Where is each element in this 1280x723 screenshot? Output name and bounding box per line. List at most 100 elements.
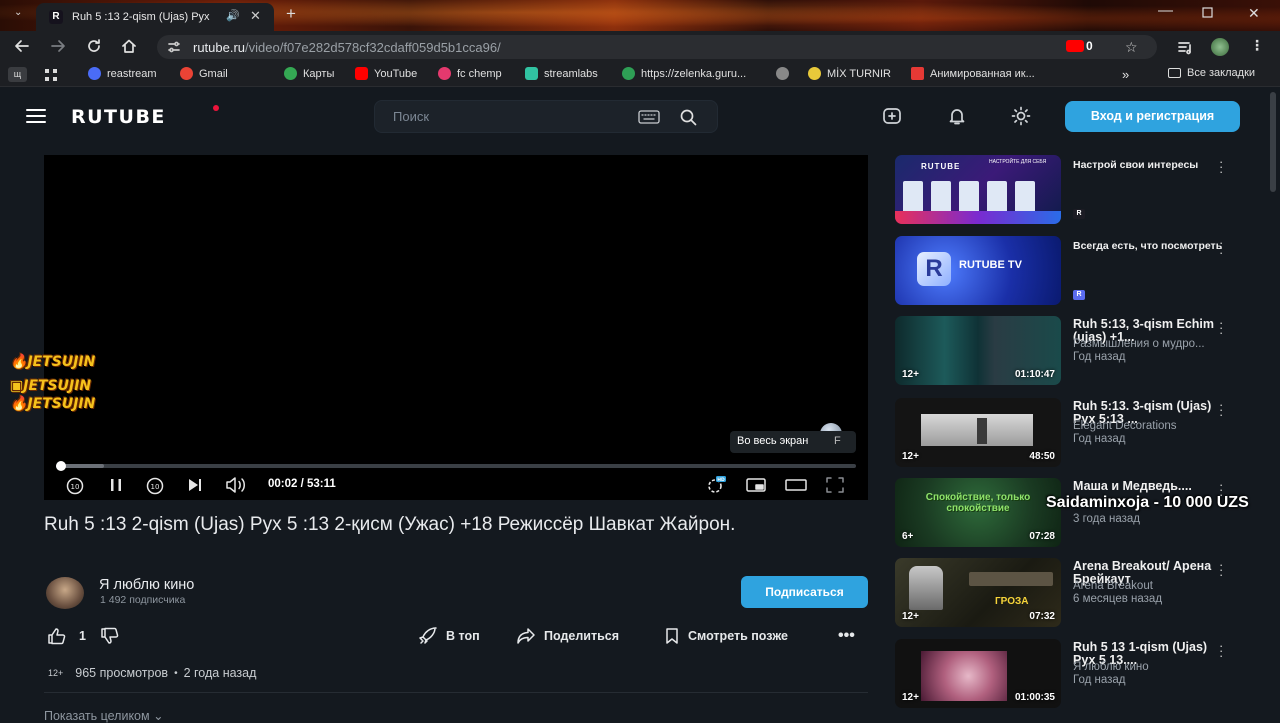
card-more-icon[interactable]: · · · (1219, 639, 1223, 662)
show-full-description-button[interactable]: Показать целиком ⌄ (44, 708, 164, 723)
card-channel[interactable]: Размышления о мудро... (1073, 338, 1241, 350)
video-thumbnail[interactable]: R RUTUBE TV (895, 236, 1061, 305)
card-more-icon[interactable]: · · · (1219, 236, 1223, 259)
home-icon[interactable] (121, 38, 137, 54)
recommendation-card[interactable]: 12+ 01:00:35 Ruh 5 13 1-qism (Ujas) Рух … (895, 639, 1240, 708)
forward-10-icon[interactable]: 10 (145, 477, 165, 495)
dislike-button[interactable] (100, 627, 120, 645)
profile-avatar[interactable] (1211, 38, 1229, 56)
quality-settings-icon[interactable]: HD (705, 475, 727, 495)
back-icon[interactable] (14, 38, 30, 54)
minimize-icon[interactable]: — (1158, 2, 1173, 19)
watch-later-button[interactable]: Смотреть позже (664, 627, 788, 645)
channel-avatar[interactable] (46, 577, 84, 609)
card-channel[interactable]: Elegant Decorations (1073, 420, 1241, 432)
card-more-icon[interactable]: · · · (1219, 558, 1223, 581)
video-thumbnail[interactable]: ГРОЗА 12+ 07:32 (895, 558, 1061, 627)
recommendation-card[interactable]: Спокойствие, только спокойствие 6+ 07:28… (895, 478, 1240, 547)
recommendation-card[interactable]: ГРОЗА 12+ 07:32 Arena Breakout/ Арена Бр… (895, 558, 1240, 627)
new-tab-icon[interactable]: + (286, 4, 296, 24)
tab-search-icon[interactable]: ⌄ (14, 7, 22, 18)
card-channel[interactable]: Arena Breakout (1073, 580, 1241, 592)
close-window-icon[interactable]: ✕ (1248, 5, 1260, 22)
url-host: rutube.ru (193, 40, 246, 55)
rewind-10-icon[interactable]: 10 (65, 477, 85, 495)
progress-handle[interactable] (55, 461, 66, 471)
subscribe-button[interactable]: Подписаться (741, 576, 868, 608)
fullscreen-icon[interactable] (826, 477, 844, 493)
recommendation-card[interactable]: R RUTUBE TV Всегда есть, что посмотреть … (895, 236, 1240, 305)
description-divider (44, 692, 868, 693)
maximize-icon[interactable] (1202, 7, 1213, 18)
bookmark-app-shortcut[interactable]: щ (8, 67, 27, 82)
channel-name[interactable]: Я люблю кино (99, 577, 194, 593)
bookmark-globe[interactable] (776, 67, 789, 80)
bookmark-star-icon[interactable]: ☆ (1125, 39, 1138, 56)
card-more-icon[interactable]: · · · (1219, 398, 1223, 421)
bookmark-mix-turnir[interactable]: MİX TURNIR (808, 67, 891, 80)
theme-toggle-icon[interactable] (1011, 106, 1031, 126)
recommendation-card[interactable]: 12+ 01:10:47 Ruh 5:13, 3-qism Echim (uja… (895, 316, 1240, 385)
search-icon[interactable] (680, 109, 697, 126)
volume-icon[interactable] (224, 476, 248, 494)
share-button[interactable]: Поделиться (516, 627, 619, 645)
promote-to-top-button[interactable]: В топ (418, 627, 480, 645)
card-title[interactable]: Маша и Медведь.... (1073, 480, 1223, 493)
video-player[interactable]: Во весь экран F 10 10 00:02 / 53:11 HD (44, 155, 868, 500)
card-more-icon[interactable]: · · · (1219, 316, 1223, 339)
address-input[interactable]: rutube.ru/video/f07e282d578cf32cdaff059d… (157, 35, 1157, 59)
theater-mode-icon[interactable] (785, 478, 807, 492)
page-scrollbar[interactable] (1270, 92, 1276, 192)
browser-menu-icon[interactable]: ⋮ (1250, 37, 1264, 54)
jetsujin-overlay-2: ▣JETSUJIN (10, 378, 92, 394)
close-tab-icon[interactable]: ✕ (250, 8, 261, 24)
bookmark-reastream[interactable]: reastream (88, 67, 157, 80)
mix-turnir-icon (808, 67, 821, 80)
keyboard-icon[interactable] (638, 110, 660, 124)
reload-icon[interactable] (86, 38, 102, 54)
more-actions-icon[interactable]: ••• (838, 627, 855, 645)
zelenka-icon (622, 67, 635, 80)
recommendation-card[interactable]: RUTUBE НАСТРОЙТЕ ДЛЯ СЕБЯ Настрой свои и… (895, 155, 1240, 224)
video-thumbnail[interactable]: 12+ 48:50 (895, 398, 1061, 467)
apps-grid-icon[interactable] (44, 68, 58, 82)
browser-tab-active[interactable]: R Ruh 5 :13 2-qism (Ujas) Рух 🔊 ✕ (36, 3, 274, 31)
video-thumbnail[interactable]: 12+ 01:00:35 (895, 639, 1061, 708)
bookmark-streamlabs[interactable]: streamlabs (525, 67, 598, 80)
notifications-bell-icon[interactable] (947, 106, 967, 126)
more-bookmarks-icon[interactable]: » (1122, 67, 1129, 82)
media-control-icon[interactable] (1177, 39, 1193, 55)
hamburger-menu-icon[interactable] (26, 108, 46, 124)
thumb-caption-text: ГРОЗА (995, 596, 1029, 607)
recommendation-card[interactable]: 12+ 48:50 Ruh 5:13. 3-qism (Ujas) Рух 5:… (895, 398, 1240, 467)
bookmark-youtube[interactable]: YouTube (355, 67, 417, 80)
login-register-button[interactable]: Вход и регистрация (1065, 101, 1240, 132)
bookmark-maps[interactable]: Карты (284, 67, 334, 80)
card-title[interactable]: Настрой свои интересы (1073, 159, 1223, 172)
card-more-icon[interactable]: · · · (1219, 155, 1223, 178)
search-input[interactable]: Поиск (374, 100, 718, 133)
progress-bar[interactable] (55, 461, 856, 471)
bookmark-zelenka[interactable]: https://zelenka.guru... (622, 67, 746, 80)
upload-date: 2 года назад (183, 666, 257, 680)
url-text: rutube.ru/video/f07e282d578cf32cdaff059d… (193, 40, 501, 55)
youtube-extension-icon[interactable] (1066, 40, 1084, 52)
audio-playing-icon[interactable]: 🔊 (226, 9, 240, 22)
bookmark-gmail[interactable]: Gmail (180, 67, 228, 80)
card-channel[interactable]: Я люблю кино (1073, 661, 1241, 673)
bookmark-animated-icons[interactable]: Анимированная ик... (911, 67, 1035, 80)
forward-icon[interactable] (50, 38, 66, 54)
rutube-logo[interactable]: RUTUBE (71, 106, 166, 128)
bookmark-fc-chemp[interactable]: fc chemp (438, 67, 502, 80)
like-button[interactable]: 1 (47, 627, 86, 645)
video-thumbnail[interactable]: Спокойствие, только спокойствие 6+ 07:28 (895, 478, 1061, 547)
card-title[interactable]: Всегда есть, что посмотреть (1073, 240, 1223, 253)
all-bookmarks-folder[interactable]: Все закладки (1168, 67, 1255, 79)
picture-in-picture-icon[interactable] (746, 477, 766, 493)
next-video-icon[interactable] (187, 477, 203, 493)
video-thumbnail[interactable]: 12+ 01:10:47 (895, 316, 1061, 385)
site-settings-icon[interactable] (167, 40, 181, 54)
upload-icon[interactable] (882, 106, 902, 126)
pause-icon[interactable] (108, 477, 124, 493)
video-thumbnail[interactable]: RUTUBE НАСТРОЙТЕ ДЛЯ СЕБЯ (895, 155, 1061, 224)
